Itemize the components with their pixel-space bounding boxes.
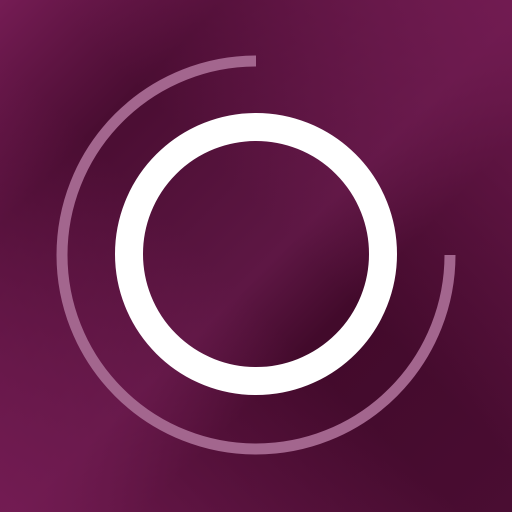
app-icon <box>0 0 512 512</box>
icon-background-shade <box>0 0 512 512</box>
ring-logo-icon <box>0 0 512 512</box>
